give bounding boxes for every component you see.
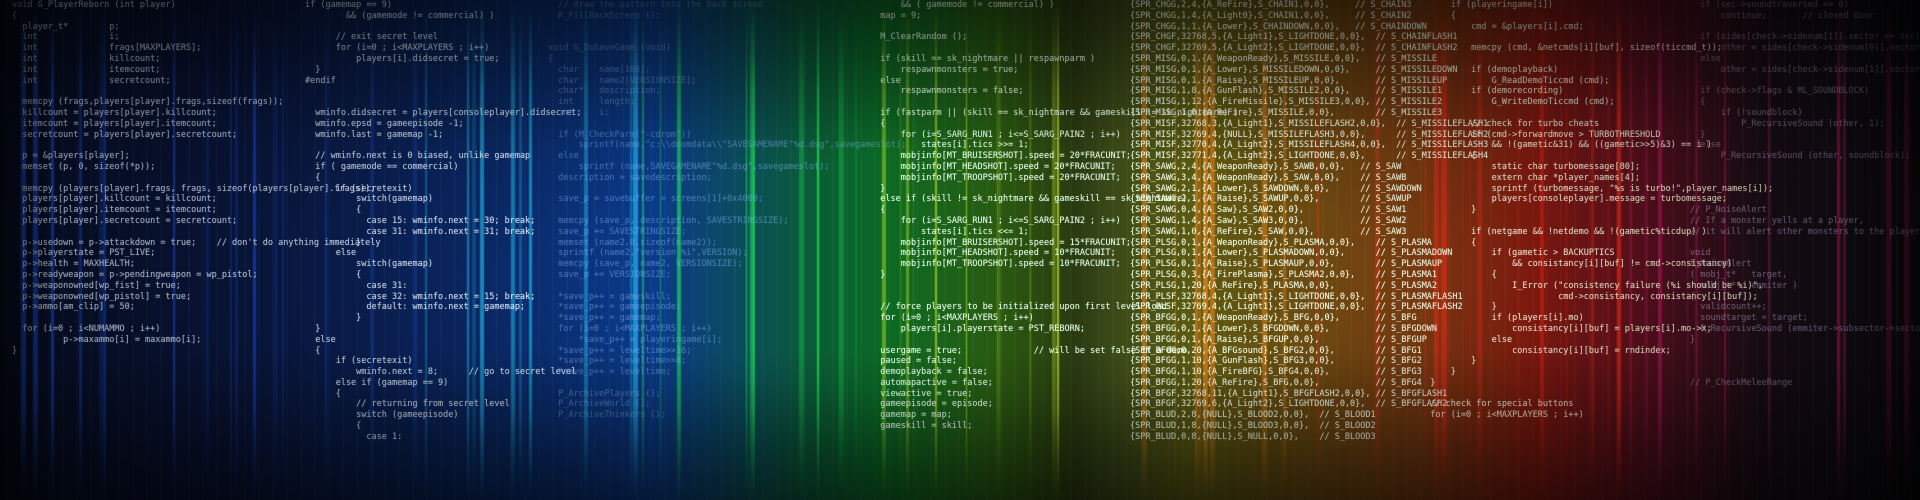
- light-streak: [1687, 0, 1689, 500]
- light-streak: [798, 0, 804, 500]
- code-column-4: {SPR_CHGG,2,4,{A_ReFire},S_CHAIN1,0,0}, …: [1130, 0, 1488, 442]
- light-streak: [839, 0, 845, 500]
- code-wallpaper: void G_PlayerReborn (int player) { playe…: [0, 0, 1920, 500]
- light-streak: [855, 0, 858, 500]
- code-column-2: if (gamemap == 9) && (gamemode != commer…: [305, 0, 582, 442]
- code-column-2-ghost: // draw the pattern into the back screen…: [548, 0, 907, 421]
- code-column-3: && ( gamemode != commercial) ) map = 9; …: [880, 0, 1238, 432]
- code-column-5: if (playeringame[i]) { cmd = &players[i]…: [1430, 0, 1773, 421]
- right-fade: [1840, 0, 1920, 500]
- light-streak: [816, 0, 819, 500]
- left-fade: [0, 0, 60, 500]
